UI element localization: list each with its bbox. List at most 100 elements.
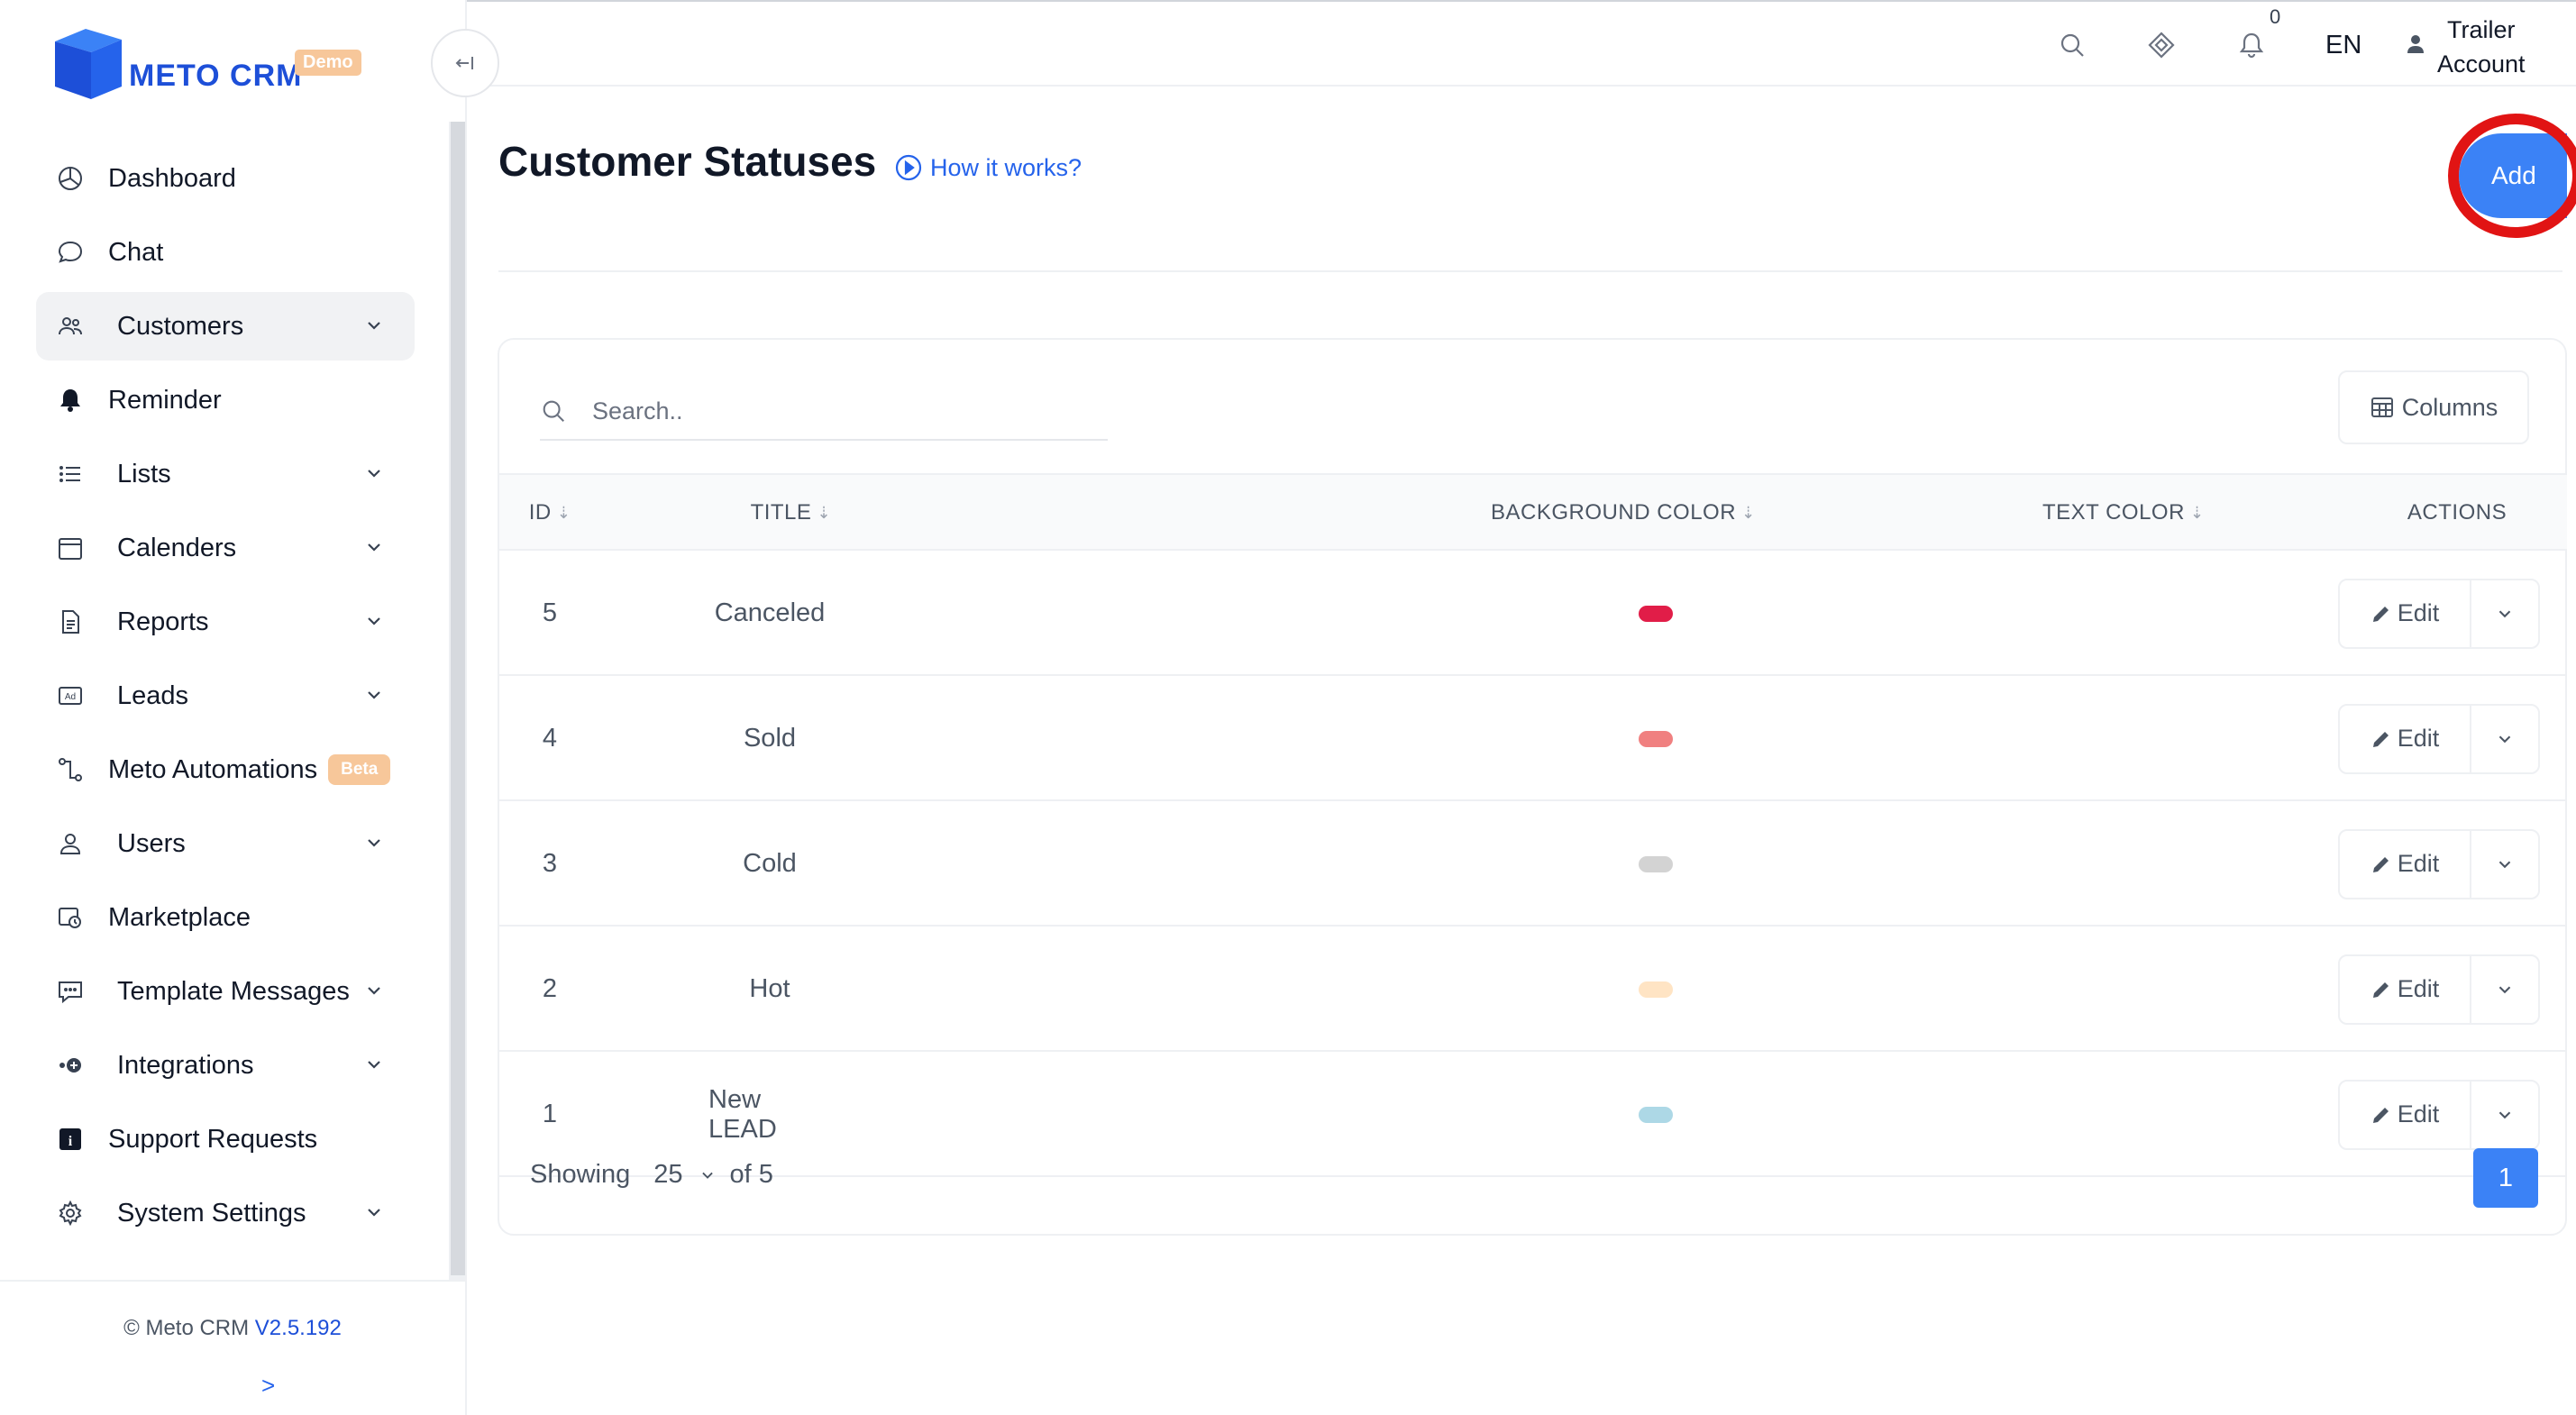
add-button[interactable]: Add	[2459, 133, 2567, 218]
chevron-down-icon	[2498, 861, 2511, 868]
collapse-left-icon	[455, 57, 473, 69]
integrations-icon	[52, 1047, 88, 1083]
sidebar-item-customers[interactable]: Customers	[36, 292, 415, 361]
sidebar-item-marketplace[interactable]: Marketplace	[36, 883, 415, 952]
sidebar-item-lists[interactable]: Lists	[36, 440, 415, 508]
expand-sidebar-button[interactable]: >	[261, 1372, 275, 1400]
pencil-icon	[2372, 731, 2389, 747]
language-selector[interactable]: EN	[2325, 31, 2361, 60]
how-it-works-link[interactable]: How it works?	[894, 153, 1082, 182]
edit-label: Edit	[2397, 1100, 2440, 1127]
row-actions-dropdown[interactable]	[2471, 956, 2538, 1023]
search-input[interactable]	[592, 397, 1043, 425]
list-icon	[52, 456, 88, 492]
table-row: 1 New LEAD Edit	[499, 1052, 2567, 1177]
chat-icon	[52, 234, 88, 270]
row-actions-dropdown[interactable]	[2471, 831, 2538, 898]
sidebar-item-dashboard[interactable]: Dashboard	[36, 144, 415, 213]
per-page-select[interactable]: 25	[653, 1160, 717, 1190]
cell-title: New LEAD	[708, 1084, 777, 1144]
total-count: of 5	[729, 1160, 773, 1189]
sidebar-item-integrations[interactable]: Integrations	[36, 1031, 415, 1100]
sidebar-item-meto-automations[interactable]: Meto Automations Beta	[36, 735, 415, 804]
edit-button[interactable]: Edit	[2340, 705, 2471, 772]
col-header-title[interactable]: TITLE ⇣	[600, 475, 831, 551]
brand-logo[interactable]: METO CRM	[50, 20, 302, 101]
sidebar-item-reports[interactable]: Reports	[36, 588, 415, 656]
sidebar-item-label: Leads	[117, 680, 189, 710]
row-actions-dropdown[interactable]	[2471, 580, 2538, 647]
calendar-icon	[52, 530, 88, 566]
chevron-down-icon	[362, 609, 386, 633]
page-title: Customer Statuses	[498, 138, 877, 185]
cube-logo-icon	[50, 29, 129, 101]
sidebar-item-label: Reminder	[108, 385, 222, 415]
play-circle-icon	[895, 154, 922, 181]
edit-label: Edit	[2397, 850, 2440, 877]
pencil-icon	[2372, 1107, 2389, 1123]
col-header-id[interactable]: ID ⇣	[499, 475, 600, 551]
customers-icon	[52, 308, 88, 344]
search-icon	[543, 400, 564, 422]
search-icon[interactable]	[2056, 29, 2088, 61]
sidebar-item-leads[interactable]: Ad Leads	[36, 662, 415, 730]
cell-id: 4	[542, 724, 558, 753]
topbar: 0 EN Trailer Account	[467, 0, 2576, 87]
version-link[interactable]: V2.5.192	[255, 1316, 342, 1340]
account-line-1: Trailer	[2447, 16, 2516, 43]
table-row: 3 Cold Edit	[499, 801, 2567, 927]
row-actions-dropdown[interactable]	[2471, 1082, 2538, 1148]
sidebar-item-template-messages[interactable]: Template Messages	[36, 957, 415, 1026]
brand-name: METO CRM	[129, 59, 303, 93]
info-icon: i	[52, 1121, 88, 1157]
chevron-down-icon	[362, 1053, 386, 1076]
table-header-row: ID ⇣ TITLE ⇣ BACKGROUND COLOR ⇣ TEXT COLOR ⇣…	[499, 473, 2567, 551]
col-header-actions: ACTIONS	[2356, 475, 2558, 551]
chevron-down-icon	[362, 461, 386, 485]
sidebar-item-calenders[interactable]: Calenders	[36, 514, 415, 582]
sidebar-item-label: Customers	[117, 311, 244, 341]
edit-button[interactable]: Edit	[2340, 580, 2471, 647]
edit-button[interactable]: Edit	[2340, 1081, 2471, 1148]
cell-background-color	[1491, 927, 1821, 1052]
row-actions: Edit	[2338, 954, 2540, 1025]
row-actions-dropdown[interactable]	[2471, 706, 2538, 772]
chevron-down-icon	[362, 535, 386, 559]
collapse-sidebar-button[interactable]	[431, 29, 499, 97]
table-row: 2 Hot Edit	[499, 927, 2567, 1052]
chevron-down-icon	[2498, 986, 2511, 993]
account-icon[interactable]	[2405, 32, 2428, 56]
edit-button[interactable]: Edit	[2340, 955, 2471, 1023]
cell-title: Cold	[743, 849, 797, 878]
bell-icon[interactable]	[2235, 29, 2268, 61]
chevron-down-icon	[362, 979, 386, 1002]
col-header-text-color[interactable]: TEXT COLOR ⇣	[2042, 475, 2259, 551]
col-header-label: ACTIONS	[2407, 500, 2507, 525]
pencil-icon	[2372, 856, 2389, 872]
background-color-swatch	[1639, 605, 1673, 622]
account-menu[interactable]: Trailer Account	[2437, 13, 2526, 81]
edit-button[interactable]: Edit	[2340, 830, 2471, 898]
search-field[interactable]	[540, 383, 1108, 441]
sidebar-item-support-requests[interactable]: i Support Requests	[36, 1105, 415, 1173]
showing-label: Showing	[530, 1160, 631, 1189]
sidebar-item-reminder[interactable]: Reminder	[36, 366, 415, 434]
sidebar-item-label: Calenders	[117, 533, 237, 562]
sidebar-item-chat[interactable]: Chat	[36, 218, 415, 287]
how-it-works-label: How it works?	[930, 153, 1082, 181]
columns-button[interactable]: Columns	[2338, 370, 2529, 444]
sidebar-scrollbar-thumb[interactable]	[451, 122, 465, 1275]
diamond-grid-icon[interactable]	[2145, 29, 2178, 61]
columns-label: Columns	[2401, 393, 2498, 421]
col-header-background-color[interactable]: BACKGROUND COLOR ⇣	[1491, 475, 1878, 551]
sidebar-item-label: Support Requests	[108, 1124, 318, 1154]
notification-count: 0	[2270, 5, 2281, 28]
sidebar-item-system-settings[interactable]: System Settings	[36, 1179, 415, 1247]
chevron-down-icon	[362, 831, 386, 854]
sidebar-item-label: Integrations	[117, 1050, 254, 1080]
sidebar-item-label: Chat	[108, 237, 164, 267]
sidebar-item-users[interactable]: Users	[36, 809, 415, 878]
page-button-1[interactable]: 1	[2473, 1148, 2538, 1208]
copyright-text: © Meto CRM	[123, 1316, 250, 1340]
col-header-label: TITLE	[750, 500, 812, 525]
